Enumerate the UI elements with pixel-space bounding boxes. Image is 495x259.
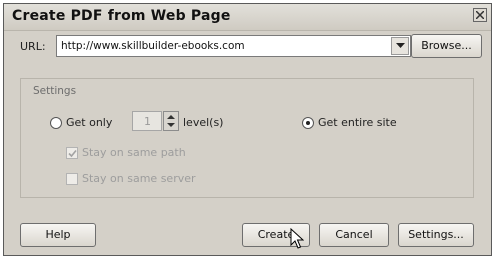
stay-same-server-label[interactable]: Stay on same server bbox=[82, 172, 196, 185]
help-button[interactable]: Help bbox=[20, 223, 96, 247]
url-input[interactable]: http://www.skillbuilder-ebooks.com bbox=[61, 40, 245, 52]
radio-selected-dot bbox=[306, 121, 310, 125]
stay-same-path-label[interactable]: Stay on same path bbox=[82, 146, 186, 159]
settings-group-label: Settings bbox=[33, 85, 77, 97]
levels-label: level(s) bbox=[183, 116, 224, 129]
get-entire-site-radio[interactable] bbox=[302, 117, 314, 129]
get-only-radio[interactable] bbox=[50, 117, 62, 129]
chevron-down-icon bbox=[396, 43, 405, 48]
spinner-arrows-icon bbox=[167, 115, 175, 127]
levels-spinner[interactable] bbox=[163, 111, 179, 131]
settings-button[interactable]: Settings... bbox=[398, 223, 474, 247]
browse-button[interactable]: Browse... bbox=[411, 34, 482, 58]
url-dropdown-button[interactable] bbox=[391, 37, 409, 55]
title-bar: Create PDF from Web Page bbox=[4, 4, 491, 31]
close-button[interactable] bbox=[473, 8, 487, 22]
levels-input[interactable]: 1 bbox=[132, 111, 162, 131]
stay-same-path-checkbox[interactable] bbox=[66, 147, 78, 159]
stay-same-server-checkbox[interactable] bbox=[66, 173, 78, 185]
get-entire-site-label[interactable]: Get entire site bbox=[318, 116, 397, 129]
url-label: URL: bbox=[20, 40, 46, 53]
get-only-label[interactable]: Get only bbox=[66, 116, 112, 129]
levels-value: 1 bbox=[144, 115, 151, 128]
cancel-button[interactable]: Cancel bbox=[319, 223, 389, 247]
checkmark-icon bbox=[68, 149, 77, 158]
close-icon bbox=[476, 11, 484, 19]
url-combobox[interactable]: http://www.skillbuilder-ebooks.com bbox=[56, 35, 411, 57]
dialog-title: Create PDF from Web Page bbox=[12, 8, 231, 24]
mouse-pointer-icon bbox=[290, 228, 304, 249]
